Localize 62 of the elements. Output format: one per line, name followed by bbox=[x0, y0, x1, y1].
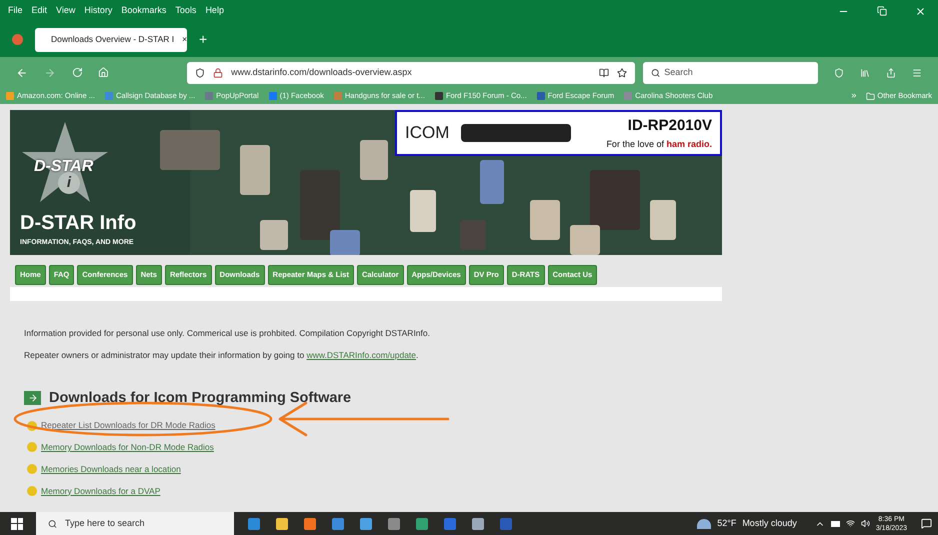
browser-tab[interactable]: Downloads Overview - D-STAR I × bbox=[35, 28, 187, 52]
reload-icon[interactable] bbox=[72, 67, 82, 78]
taskbar-app-icon[interactable] bbox=[332, 518, 344, 530]
taskbar-app-icon[interactable] bbox=[360, 518, 372, 530]
taskbar-search-input[interactable]: Type here to search bbox=[65, 516, 222, 530]
taskbar-app-icon[interactable] bbox=[248, 518, 260, 530]
tab-close-button[interactable]: × bbox=[182, 33, 188, 46]
download-link[interactable]: Memory Downloads for a DVAP bbox=[41, 484, 160, 498]
url-text: www.dstarinfo.com/downloads-overview.aspx bbox=[231, 66, 412, 79]
taskbar-app-icon[interactable] bbox=[472, 518, 484, 530]
taskbar-app-icon[interactable] bbox=[276, 518, 288, 530]
menu-icon[interactable] bbox=[912, 68, 922, 78]
shield-icon bbox=[195, 68, 206, 78]
volume-icon[interactable] bbox=[860, 519, 870, 528]
search-icon bbox=[651, 68, 660, 78]
reader-icon[interactable] bbox=[599, 68, 610, 78]
back-icon[interactable] bbox=[16, 66, 28, 78]
weather-icon bbox=[697, 518, 712, 528]
menu-item[interactable]: Tools bbox=[175, 4, 196, 18]
notifications-icon[interactable] bbox=[921, 518, 932, 529]
network-icon[interactable] bbox=[846, 519, 855, 528]
taskbar-app-icon[interactable] bbox=[304, 518, 316, 530]
search-input[interactable]: Search bbox=[664, 66, 810, 80]
new-tab-button[interactable]: + bbox=[199, 29, 208, 50]
search-icon bbox=[48, 518, 58, 528]
share-icon[interactable] bbox=[886, 68, 896, 78]
ad-slogan-highlight: ham radio. bbox=[666, 138, 712, 148]
menu-item[interactable]: File bbox=[8, 4, 23, 18]
site-title: D-STAR Info bbox=[20, 211, 136, 236]
download-link[interactable]: Memories Downloads near a location bbox=[41, 462, 181, 476]
start-icon[interactable] bbox=[11, 518, 23, 530]
temperature: 52°F bbox=[717, 516, 736, 530]
home-icon[interactable] bbox=[98, 67, 110, 78]
taskbar-app-icon[interactable] bbox=[388, 518, 400, 530]
bookmark-star-icon[interactable] bbox=[617, 68, 628, 78]
lock-icon bbox=[213, 68, 224, 78]
menu-item[interactable]: Bookmarks bbox=[121, 4, 166, 18]
notice-text: Information provided for personal use only. Commerical use is prohbited. Compilation Copyright DSTARInfo. bbox=[24, 327, 431, 340]
restore-icon[interactable] bbox=[877, 6, 887, 16]
ad-banner[interactable]: ICOM ID-RP2010V For the love of ham radio. bbox=[395, 110, 722, 156]
search-field[interactable]: Search bbox=[643, 62, 818, 84]
menu-item[interactable]: Edit bbox=[32, 4, 48, 18]
menu-item[interactable]: Help bbox=[205, 4, 224, 18]
address-bar[interactable]: www.dstarinfo.com/downloads-overview.aspx bbox=[187, 62, 636, 84]
close-icon[interactable] bbox=[915, 6, 926, 16]
tab-title: Downloads Overview - D-STAR I bbox=[51, 33, 174, 46]
ad-slogan: For the love of bbox=[606, 138, 664, 148]
folder-icon bbox=[866, 92, 876, 100]
download-link[interactable]: Memory Downloads for Non-DR Mode Radios bbox=[41, 441, 214, 454]
more-bookmarks-button[interactable]: » bbox=[851, 89, 856, 103]
library-icon[interactable] bbox=[860, 68, 870, 78]
weather-text: Mostly cloudy bbox=[742, 516, 797, 530]
arrow-box-icon bbox=[24, 391, 41, 406]
ad-brand: ICOM bbox=[405, 122, 450, 144]
ad-model: ID-RP2010V bbox=[628, 116, 712, 136]
taskbar-search-field[interactable]: Type here to search bbox=[36, 512, 234, 535]
update-link[interactable]: www.DSTARInfo.com/update bbox=[306, 350, 416, 360]
update-text: Repeater owners or administrator may update their information by going to www.DSTARInfo.com/update. bbox=[24, 348, 420, 362]
menu-item[interactable]: View bbox=[56, 4, 76, 18]
taskbar-app-icon[interactable] bbox=[416, 518, 428, 530]
section-heading: Downloads for Icom Programming Software bbox=[49, 388, 352, 408]
menu-item[interactable]: History bbox=[84, 4, 112, 18]
